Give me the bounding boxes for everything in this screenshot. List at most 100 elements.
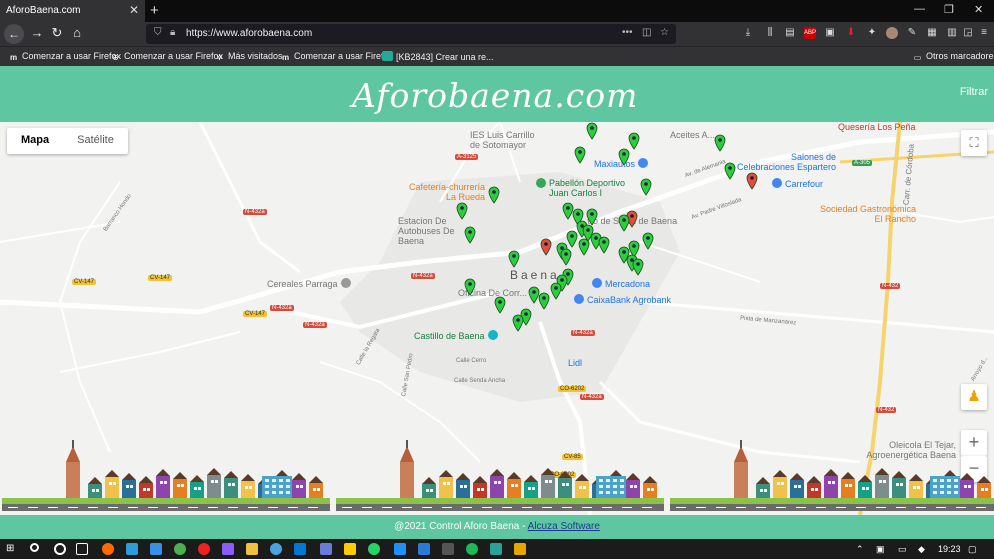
skype-icon[interactable] bbox=[394, 543, 406, 555]
explorer-icon[interactable] bbox=[246, 543, 258, 555]
extension-3-icon[interactable]: ▥ bbox=[946, 27, 958, 39]
alcuza-software-link[interactable]: Alcuza Software bbox=[528, 521, 600, 532]
road-label: CV-147 bbox=[72, 279, 97, 285]
menu-icon[interactable]: ≡ bbox=[978, 27, 990, 39]
grid-icon[interactable]: ▦ bbox=[926, 27, 938, 39]
tray-chevron-icon[interactable]: ⌃ bbox=[856, 544, 864, 555]
reload-icon[interactable]: ↻ bbox=[48, 25, 66, 41]
sidebar-icon[interactable]: ▤ bbox=[784, 27, 796, 39]
poi-salones[interactable]: Salones de Celebraciones Espartero bbox=[736, 152, 836, 172]
bookmark-item[interactable]: ⊕ Comenzar a usar Firefox bbox=[110, 51, 223, 63]
notifications-icon[interactable]: ▢ bbox=[968, 544, 977, 555]
tray-dropbox-icon[interactable]: ◆ bbox=[918, 544, 925, 555]
bookmark-item[interactable]: m Comenzar a usar Firefox bbox=[280, 51, 393, 63]
poi-pabellon[interactable]: Pabellón Deportivo Juan Carlos I bbox=[536, 178, 639, 198]
app-icon[interactable] bbox=[514, 543, 526, 555]
bookmark-star-icon[interactable]: ☆ bbox=[660, 27, 669, 38]
map-type-satellite[interactable]: Satélite bbox=[63, 128, 128, 154]
app-icon[interactable] bbox=[490, 543, 502, 555]
poi-cafeteria[interactable]: Cafetería-churrería La Rueda bbox=[405, 182, 485, 202]
download-arrow-icon[interactable]: ⬇ bbox=[845, 27, 857, 39]
edge-icon[interactable] bbox=[126, 543, 138, 555]
pocket-icon[interactable]: ◫ bbox=[642, 27, 651, 38]
bookmark-label: Comenzar a usar Firefox bbox=[124, 51, 224, 61]
road-label: CV-147 bbox=[148, 275, 173, 281]
map-type-map[interactable]: Mapa bbox=[7, 128, 63, 154]
bookmark-label: Comenzar a usar Firefox bbox=[22, 51, 122, 61]
road-label: N-432 bbox=[880, 283, 901, 289]
page-actions-icon[interactable]: ••• bbox=[622, 27, 633, 38]
tray-network-icon[interactable]: ▭ bbox=[898, 544, 907, 555]
poi-ies[interactable]: IES Luis Carrillo de Sotomayor bbox=[470, 130, 540, 150]
new-tab-icon[interactable]: + bbox=[150, 2, 159, 19]
poi-caixabank[interactable]: CaixaBank Agrobank bbox=[574, 294, 671, 305]
bookmark-item[interactable]: ✲ Más visitados bbox=[214, 51, 282, 63]
windows-start-icon[interactable]: ⊞ bbox=[6, 543, 18, 555]
site-footer: @2021 Control Aforo Baena - Alcuza Softw… bbox=[0, 515, 994, 539]
poi-lidl[interactable]: Lidl bbox=[568, 358, 582, 368]
extension-2-icon[interactable]: ✎ bbox=[906, 27, 918, 39]
profile-avatar-icon[interactable] bbox=[886, 27, 898, 39]
app-icon[interactable] bbox=[418, 543, 430, 555]
other-bookmarks[interactable]: ▭ Otros marcadores bbox=[912, 51, 994, 63]
app-icon[interactable] bbox=[270, 543, 282, 555]
sticky-notes-icon[interactable] bbox=[344, 543, 356, 555]
app-icon[interactable] bbox=[222, 543, 234, 555]
sports-icon bbox=[536, 178, 546, 188]
fullscreen-icon[interactable]: ⛶ bbox=[961, 130, 987, 156]
poi-sociedad[interactable]: Sociedad Gastronómica El Rancho bbox=[816, 204, 916, 224]
cortana-icon[interactable] bbox=[54, 543, 66, 555]
mail-icon[interactable] bbox=[294, 543, 306, 555]
close-tab-icon[interactable]: ✕ bbox=[129, 3, 139, 17]
close-window-icon[interactable]: ✕ bbox=[974, 3, 983, 16]
app-icon[interactable] bbox=[442, 543, 454, 555]
tray-clock[interactable]: 19:23 bbox=[938, 544, 961, 554]
home-icon[interactable]: ⌂ bbox=[68, 25, 86, 40]
downloads-icon[interactable]: ⤓ bbox=[742, 27, 754, 39]
street-view-pegman-icon[interactable]: ♟ bbox=[961, 384, 987, 410]
poi-queseria[interactable]: Quesería Los Peña bbox=[838, 122, 916, 132]
site-logo[interactable]: Aforobaena.com bbox=[352, 76, 638, 115]
poi-mercadona[interactable]: Mercadona bbox=[592, 278, 650, 289]
adblock-icon[interactable]: ABP bbox=[804, 27, 816, 39]
forward-icon[interactable]: → bbox=[28, 25, 46, 40]
bookmark-item[interactable]: [KB2843] Crear una re... bbox=[382, 51, 494, 62]
whatsapp-icon[interactable] bbox=[368, 543, 380, 555]
poi-label: Salones de Celebraciones Espartero bbox=[736, 152, 836, 172]
road-label: CO-6202 bbox=[558, 386, 587, 392]
chrome-icon[interactable] bbox=[174, 543, 186, 555]
poi-carrefour[interactable]: Carrefour bbox=[772, 178, 823, 189]
library-icon[interactable]: ⫼ bbox=[764, 27, 776, 39]
road-label: N-432a bbox=[580, 394, 604, 400]
site-header: Aforobaena.com Filtrar bbox=[0, 66, 994, 122]
tab-aforobaena[interactable]: AforoBaena.com ✕ bbox=[0, 0, 145, 22]
back-icon[interactable]: ← bbox=[4, 24, 24, 44]
lock-icon[interactable]: 🔒︎ bbox=[170, 27, 175, 38]
url-text[interactable]: https://www.aforobaena.com bbox=[186, 28, 312, 39]
extension-icon[interactable]: ▣ bbox=[824, 27, 836, 39]
map-type-control: Mapa Satélite bbox=[7, 128, 128, 154]
tray-camera-icon[interactable]: ▣ bbox=[876, 544, 885, 555]
bookmark-item[interactable]: m Comenzar a usar Firefox bbox=[8, 51, 121, 63]
town-skyline-illustration bbox=[2, 440, 994, 511]
url-bar[interactable]: ⛉ 🔒︎ https://www.aforobaena.com ••• ◫ ☆ bbox=[146, 24, 676, 44]
minimize-icon[interactable]: — bbox=[914, 3, 925, 15]
spotify-icon[interactable] bbox=[466, 543, 478, 555]
tab-strip: AforoBaena.com ✕ + — ❐ ✕ bbox=[0, 0, 994, 22]
filter-button[interactable]: Filtrar bbox=[960, 86, 988, 98]
firefox-icon[interactable] bbox=[102, 543, 114, 555]
poi-cereales[interactable]: Cereales Parraga bbox=[267, 278, 354, 289]
browser-window: AforoBaena.com ✕ + — ❐ ✕ ← → ↻ ⌂ ⛉ 🔒︎ ht… bbox=[0, 0, 994, 559]
search-icon[interactable] bbox=[30, 543, 39, 552]
screenshot-icon[interactable]: ◲ bbox=[962, 27, 974, 39]
poi-castillo[interactable]: Castillo de Baena bbox=[414, 330, 501, 341]
shield-icon[interactable]: ⛉ bbox=[154, 27, 162, 38]
ie-icon[interactable] bbox=[150, 543, 162, 555]
poi-estacion[interactable]: Estacion De Autobuses De Baena bbox=[398, 216, 468, 246]
maximize-icon[interactable]: ❐ bbox=[944, 3, 954, 16]
task-view-icon[interactable] bbox=[76, 543, 88, 555]
poi-aceites[interactable]: Aceites A... bbox=[670, 130, 715, 140]
extension-puzzle-icon[interactable]: ✦ bbox=[866, 27, 878, 39]
opera-icon[interactable] bbox=[198, 543, 210, 555]
store-icon[interactable] bbox=[320, 543, 332, 555]
